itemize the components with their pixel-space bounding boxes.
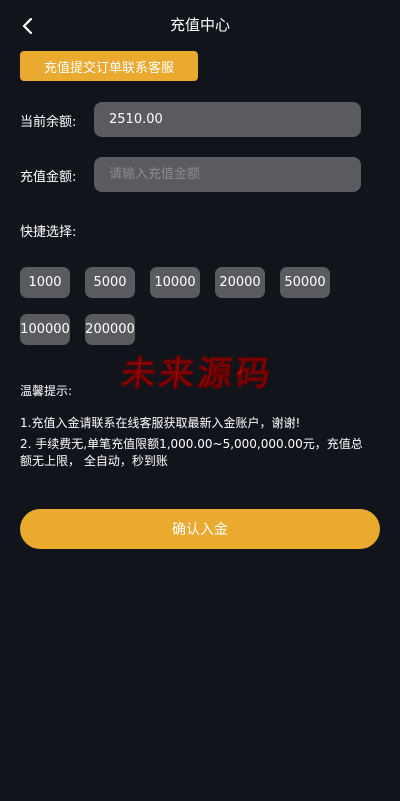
amount-label: 充值金额: (20, 170, 77, 185)
balance-label: 当前余额: (20, 115, 77, 130)
quick-amount-50000[interactable]: 50000 (280, 267, 330, 298)
quick-amount-200000[interactable]: 200000 (85, 314, 135, 345)
quick-amount-1000[interactable]: 1000 (20, 267, 70, 298)
tip-line-1: 1.充值入金请联系在线客服获取最新入金账户，谢谢! (20, 416, 301, 430)
page-title: 充值中心 (169, 16, 230, 34)
quick-amount-100000[interactable]: 100000 (20, 314, 70, 345)
contact-support-button[interactable]: 充值提交订单联系客服 (20, 51, 198, 81)
watermark-text: 未来源码 (119, 354, 276, 395)
quick-amount-10000[interactable]: 10000 (150, 267, 200, 298)
balance-value: 2510.00 (109, 112, 163, 127)
quick-amount-5000[interactable]: 5000 (85, 267, 135, 298)
tip-line-2: 2. 手续费无,单笔充值限额1,000.00~5,000,000.00元，充值总… (20, 437, 363, 468)
amount-input[interactable] (109, 167, 346, 182)
amount-field (94, 157, 361, 192)
quick-select-label: 快捷选择: (20, 225, 77, 240)
quick-amount-20000[interactable]: 20000 (215, 267, 265, 298)
tips-title: 温馨提示: (20, 384, 73, 398)
header: 充值中心 (0, 0, 400, 48)
balance-field: 2510.00 (94, 102, 361, 137)
confirm-deposit-button[interactable]: 确认入金 (20, 509, 380, 549)
